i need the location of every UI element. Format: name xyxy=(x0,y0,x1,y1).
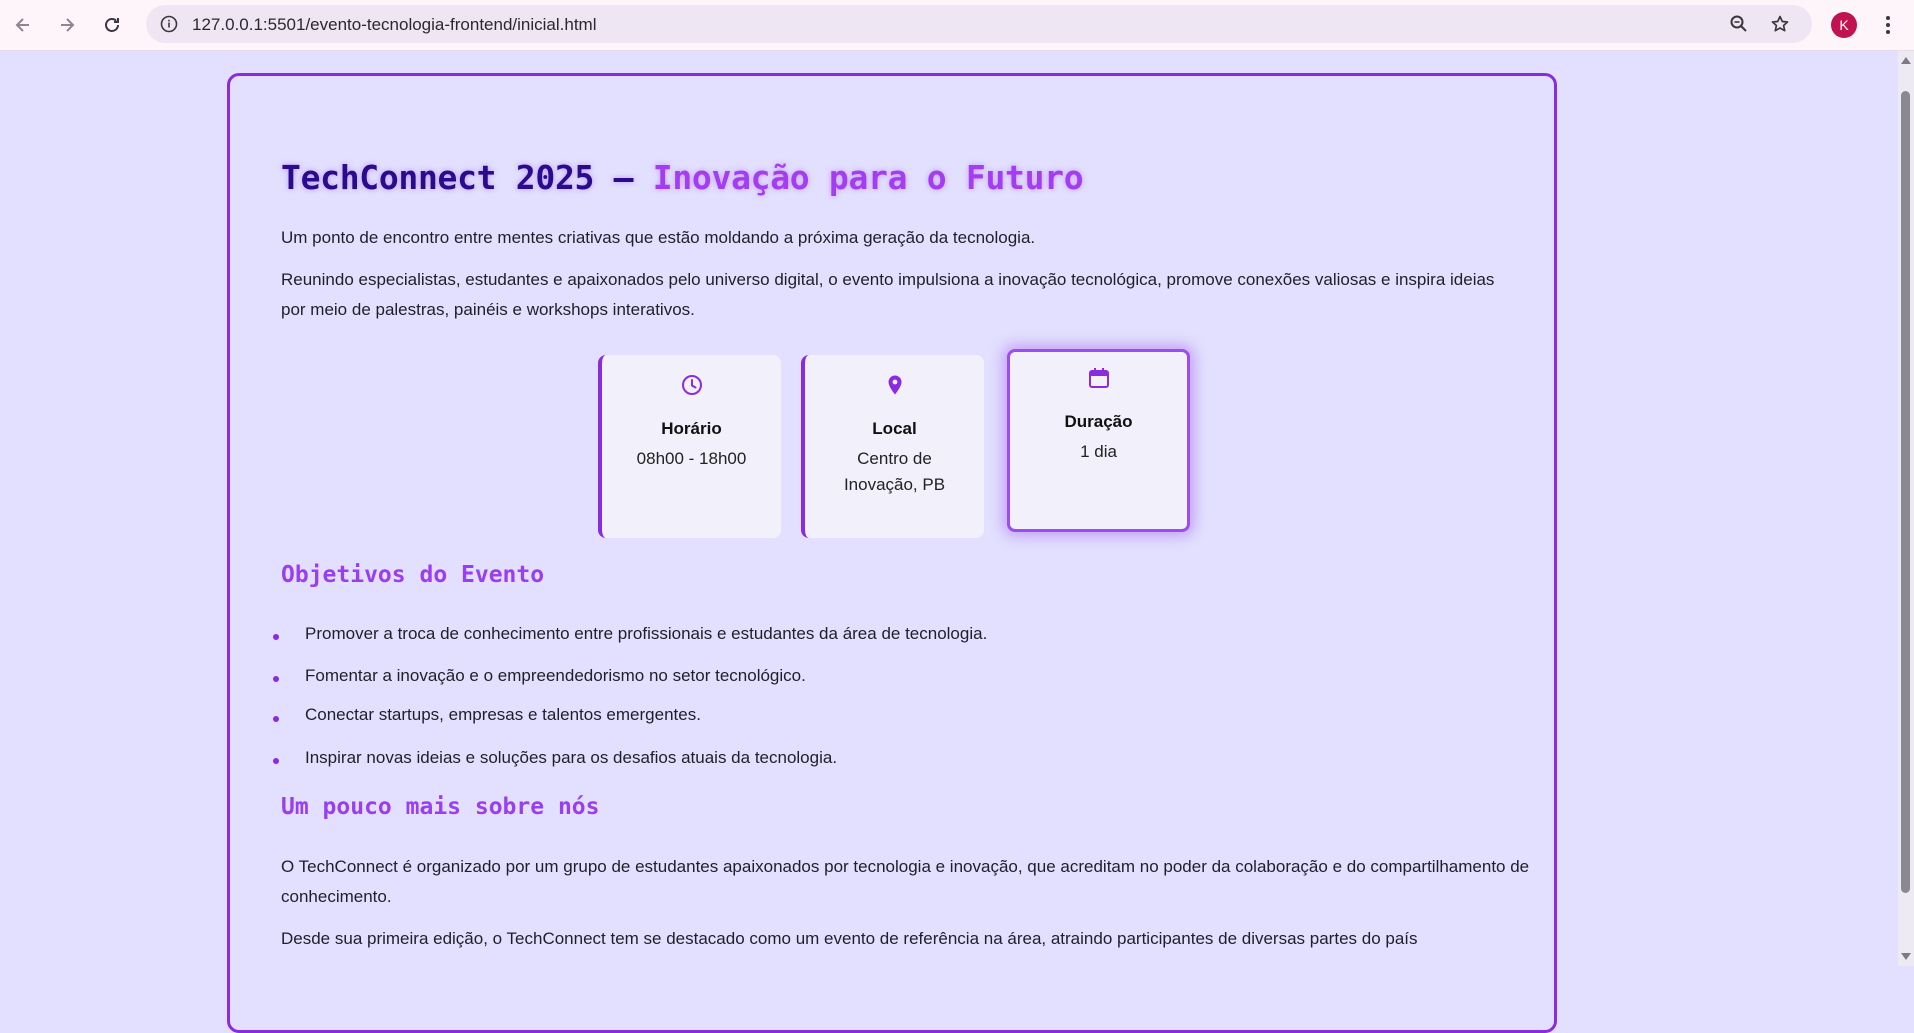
bookmark-button[interactable] xyxy=(1766,10,1794,38)
about-heading: Um pouco mais sobre nós xyxy=(281,794,600,820)
page-title-tagline: Inovação para o Futuro xyxy=(652,158,1084,197)
about-paragraph-1: O TechConnect é organizado por um grupo … xyxy=(281,857,1530,906)
description-text: Reunindo especialistas, estudantes e apa… xyxy=(281,270,1495,319)
reload-icon xyxy=(105,18,119,32)
info-icon xyxy=(160,15,178,33)
info-card-title: Horário xyxy=(661,419,722,438)
star-icon xyxy=(1771,15,1789,32)
location-pin-icon xyxy=(881,371,909,399)
calendar-icon xyxy=(1085,364,1113,392)
info-card-title: Local xyxy=(872,419,917,438)
reload-button[interactable] xyxy=(97,10,127,40)
about-paragraph-2: Desde sua primeira edição, o TechConnect… xyxy=(281,929,1418,948)
info-card-value: Centro de Inovação, PB xyxy=(843,449,946,494)
objective-item: Fomentar a inovação e o empreendedorismo… xyxy=(305,666,806,685)
clock-icon xyxy=(678,371,706,399)
objective-item: Promover a troca de conhecimento entre p… xyxy=(305,624,988,643)
page-title: TechConnect 2025 – Inovação para o Futur… xyxy=(281,158,1084,197)
info-card-value: 1 dia xyxy=(1080,442,1117,461)
bullet-dot xyxy=(273,676,279,682)
info-card-title: Duração xyxy=(1064,412,1133,431)
back-button[interactable] xyxy=(8,10,38,40)
scroll-up-arrow-icon[interactable] xyxy=(1901,57,1911,64)
zoom-icon xyxy=(1730,15,1747,32)
info-card-local: Local Centro de Inovação, PB xyxy=(801,355,984,538)
bullet-dot xyxy=(273,758,279,764)
site-info-button[interactable] xyxy=(154,9,184,39)
zoom-button[interactable] xyxy=(1725,10,1753,38)
objectives-heading: Objetivos do Evento xyxy=(281,562,545,588)
browser-toolbar: 127.0.0.1:5501/evento-tecnologia-fronten… xyxy=(0,0,1914,51)
intro-text: Um ponto de encontro entre mentes criati… xyxy=(281,228,1036,247)
kebab-menu-icon xyxy=(1886,16,1890,34)
address-bar[interactable]: 127.0.0.1:5501/evento-tecnologia-fronten… xyxy=(146,5,1812,43)
info-card-duracao: Duração 1 dia xyxy=(1007,349,1190,532)
vertical-scrollbar[interactable] xyxy=(1898,51,1914,966)
objective-item: Conectar startups, empresas e talentos e… xyxy=(305,705,701,724)
bullet-dot xyxy=(273,716,279,722)
forward-button[interactable] xyxy=(52,10,82,40)
arrow-right-icon xyxy=(61,18,75,32)
info-card-horario: Horário 08h00 - 18h00 xyxy=(598,355,781,538)
info-card-value: 08h00 - 18h00 xyxy=(636,449,747,468)
scrollbar-thumb[interactable] xyxy=(1901,91,1910,893)
profile-avatar[interactable]: K xyxy=(1831,12,1857,38)
arrow-left-icon xyxy=(15,18,29,32)
bullet-dot xyxy=(273,634,279,640)
page-title-name: TechConnect 2025 – xyxy=(281,158,653,197)
url-text[interactable]: 127.0.0.1:5501/evento-tecnologia-fronten… xyxy=(192,15,597,35)
browser-menu-button[interactable] xyxy=(1873,10,1903,40)
objective-item: Inspirar novas ideias e soluções para os… xyxy=(305,748,838,767)
scroll-down-arrow-icon[interactable] xyxy=(1901,953,1911,960)
